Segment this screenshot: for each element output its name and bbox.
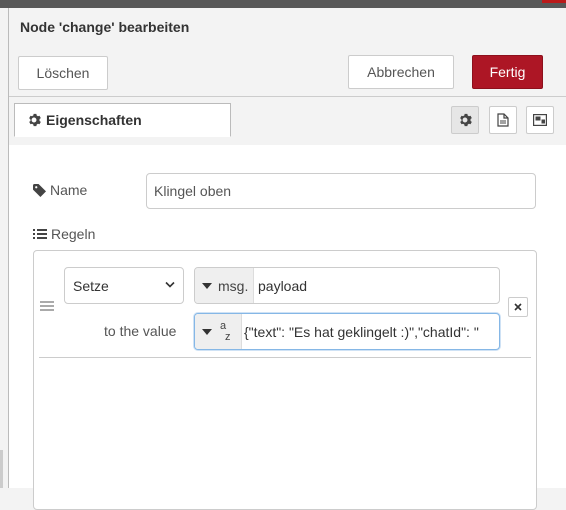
list-icon [33,229,47,239]
rules-label: Regeln [33,226,95,242]
document-icon [497,113,509,127]
name-field[interactable]: Klingel oben [146,173,536,209]
rule-divider [39,357,531,358]
string-type-glyph-z: z [225,330,231,343]
string-type-icon: a z [220,319,234,343]
close-icon [514,303,522,311]
chevron-down-icon [165,281,175,288]
rule-value-input[interactable]: a z {"text": "Es hat geklingelt :)","cha… [194,313,500,350]
target-value: payload [258,277,308,294]
name-field-value: Klingel oben [154,183,232,199]
string-type-glyph-a: a [220,319,227,332]
cancel-button[interactable]: Abbrechen [348,55,454,89]
tab-properties-label: Eigenschaften [46,112,142,128]
rules-list: Setze msg. payload to the value a z {"te… [33,250,537,510]
window-top-bar [0,0,566,8]
target-type-button[interactable]: msg. [195,268,254,303]
target-type-label: msg. [218,277,249,294]
gear-icon [29,113,41,127]
rule-action-select[interactable]: Setze [64,267,184,304]
rules-label-text: Regeln [51,226,96,242]
edit-tray: Node 'change' bearbeiten Löschen Abbrech… [8,8,566,510]
delete-button[interactable]: Löschen [18,56,108,90]
name-label-text: Name [50,182,88,198]
rule-target-input[interactable]: msg. payload [194,267,500,304]
gear-icon [460,113,472,127]
rule-value-text: {"text": "Es hat geklingelt :)","chatId"… [244,323,479,340]
tab-description[interactable] [489,106,517,134]
tab-settings[interactable] [451,106,479,134]
caret-down-icon [202,328,212,335]
value-type-button[interactable]: a z [195,314,242,349]
tag-icon [33,183,46,197]
properties-panel: Name Klingel oben Regeln Setze msg. payl… [9,145,566,510]
rule-action-value: Setze [73,277,109,294]
corner-accent [542,0,566,3]
left-scrollbar[interactable] [0,450,3,488]
tray-title: Node 'change' bearbeiten [20,19,190,35]
drag-handle-icon[interactable] [40,299,54,315]
tray-header: Node 'change' bearbeiten Löschen Abbrech… [9,8,566,97]
tab-appearance[interactable] [526,106,554,134]
tab-properties[interactable]: Eigenschaften [14,103,231,137]
appearance-icon [533,114,547,126]
caret-down-icon [202,282,212,289]
name-label: Name [33,182,87,198]
done-button[interactable]: Fertig [472,55,543,89]
to-value-label: to the value [104,323,177,339]
remove-rule-button[interactable] [508,297,528,317]
tab-bar: Eigenschaften [9,97,566,146]
